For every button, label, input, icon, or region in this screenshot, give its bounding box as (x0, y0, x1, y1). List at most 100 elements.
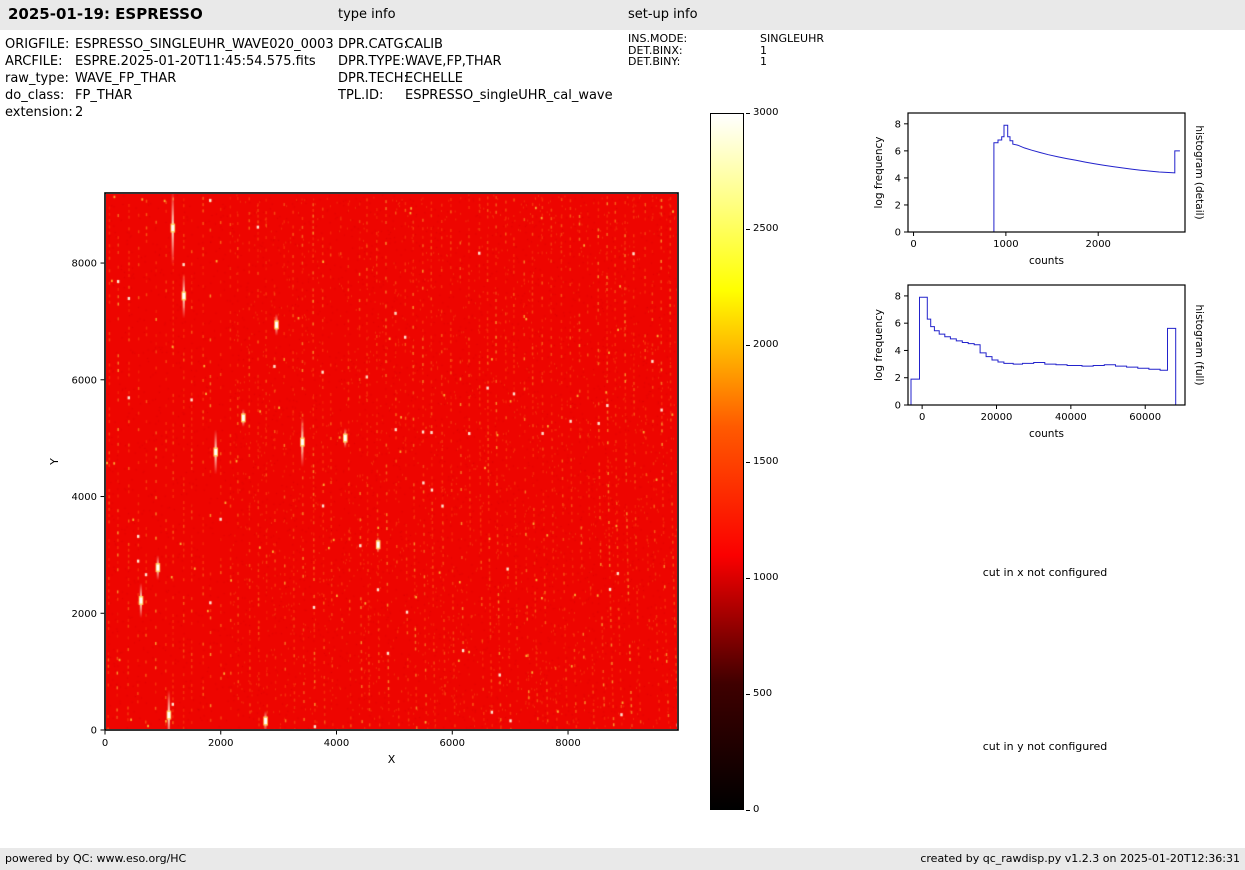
meta-value-rawtype: WAVE_FP_THAR (75, 70, 176, 87)
y-axis-label: log frequency (873, 309, 885, 381)
meta-value-dprtech: ECHELLE (405, 70, 463, 87)
y-tick-label: 2 (895, 373, 901, 384)
type-info-block: DPR.CATG: CALIB DPR.TYPE: WAVE,FP,THAR D… (338, 36, 613, 104)
meta-value-dprcatg: CALIB (405, 36, 443, 53)
histogram-line (994, 125, 1180, 232)
colorbar-tick-label: 500 (753, 687, 772, 701)
meta-value-insmode: SINGLEUHR (760, 33, 824, 45)
file-info-block: ORIGFILE: ESPRESSO_SINGLEUHR_WAVE020_000… (5, 36, 334, 121)
main-plot-border (105, 193, 678, 730)
x-tick-label: 40000 (1055, 412, 1087, 423)
y-tick-label: 8 (895, 291, 901, 302)
colorbar-tick (746, 345, 750, 346)
meta-row: DET.BINY: 1 (628, 56, 824, 68)
y-axis-label: Y (48, 458, 61, 466)
y-tick-label: 0 (895, 228, 901, 239)
colorbar-tick-label: 2500 (753, 222, 778, 236)
colorbar: 050010001500200025003000 (710, 113, 805, 813)
x-axis-label: counts (1029, 428, 1064, 440)
meta-label-dprtech: DPR.TECH: (338, 70, 405, 87)
colorbar-tick (746, 578, 750, 579)
colorbar-tick (746, 229, 750, 230)
histogram-detail: 01000200002468countslog frequencyhistogr… (870, 100, 1230, 280)
footer-bar: powered by QC: www.eso.org/HC created by… (0, 848, 1245, 870)
y-tick-label: 8000 (72, 259, 97, 270)
meta-label-arcfile: ARCFILE: (5, 53, 75, 70)
x-tick-label: 4000 (324, 738, 349, 749)
y-tick-label: 4 (895, 346, 901, 357)
histogram-border (908, 285, 1185, 405)
y-tick-label: 4 (895, 173, 901, 184)
y-tick-label: 0 (91, 726, 97, 737)
right-axis-label: histogram (full) (1193, 305, 1205, 386)
x-tick-label: 20000 (981, 412, 1013, 423)
x-tick-label: 6000 (440, 738, 465, 749)
setup-info-heading: set-up info (628, 7, 698, 22)
header-bar: 2025-01-19: ESPRESSO type info set-up in… (0, 0, 1245, 30)
meta-label-doclass: do_class: (5, 87, 75, 104)
histogram-line (908, 297, 1183, 405)
y-tick-label: 6 (895, 319, 901, 330)
colorbar-tick-label: 1500 (753, 455, 778, 469)
meta-value-extension: 2 (75, 104, 83, 121)
footer-right: created by qc_rawdisp.py v1.2.3 on 2025-… (920, 852, 1240, 865)
meta-value-origfile: ESPRESSO_SINGLEUHR_WAVE020_0003 (75, 36, 334, 53)
histogram-border (908, 113, 1185, 232)
meta-label-extension: extension: (5, 104, 75, 121)
x-tick-label: 1000 (993, 239, 1018, 250)
meta-row: ORIGFILE: ESPRESSO_SINGLEUHR_WAVE020_000… (5, 36, 334, 53)
cut-x-text: cut in x not configured (905, 566, 1185, 579)
x-tick-label: 60000 (1129, 412, 1161, 423)
x-axis-label: counts (1029, 255, 1064, 267)
right-axis-label: histogram (detail) (1193, 125, 1205, 219)
colorbar-tick (746, 113, 750, 114)
y-tick-label: 2000 (72, 609, 97, 620)
meta-row: do_class: FP_THAR (5, 87, 334, 104)
colorbar-tick-label: 1000 (753, 571, 778, 585)
y-axis-label: log frequency (873, 136, 885, 208)
x-tick-label: 2000 (208, 738, 233, 749)
meta-label-insmode: INS.MODE: (628, 33, 760, 45)
page-title: 2025-01-19: ESPRESSO (8, 5, 203, 23)
meta-value-tplid: ESPRESSO_singleUHR_cal_wave (405, 87, 613, 104)
colorbar-tick-label: 2000 (753, 338, 778, 352)
meta-label-rawtype: raw_type: (5, 70, 75, 87)
meta-value-dprtype: WAVE,FP,THAR (405, 53, 502, 70)
colorbar-tick (746, 810, 750, 811)
y-tick-label: 8 (895, 119, 901, 130)
colorbar-tick (746, 462, 750, 463)
meta-row: DPR.TYPE: WAVE,FP,THAR (338, 53, 613, 70)
meta-row: DPR.CATG: CALIB (338, 36, 613, 53)
y-tick-label: 6 (895, 146, 901, 157)
x-tick-label: 0 (102, 738, 108, 749)
meta-row: ARCFILE: ESPRE.2025-01-20T11:45:54.575.f… (5, 53, 334, 70)
y-tick-label: 4000 (72, 492, 97, 503)
x-tick-label: 8000 (555, 738, 580, 749)
x-tick-label: 2000 (1085, 239, 1110, 250)
x-tick-label: 0 (910, 239, 916, 250)
colorbar-tick-label: 3000 (753, 106, 778, 120)
y-tick-label: 6000 (72, 375, 97, 386)
meta-row: TPL.ID: ESPRESSO_singleUHR_cal_wave (338, 87, 613, 104)
x-tick-label: 0 (919, 412, 925, 423)
footer-left: powered by QC: www.eso.org/HC (5, 852, 186, 865)
x-axis-label: X (388, 753, 396, 766)
colorbar-tick-label: 0 (753, 803, 759, 817)
meta-row: extension: 2 (5, 104, 334, 121)
meta-value-doclass: FP_THAR (75, 87, 132, 104)
y-tick-label: 0 (895, 401, 901, 412)
setup-info-block: INS.MODE: SINGLEUHR DET.BINX: 1 DET.BINY… (628, 33, 824, 68)
meta-label-dprcatg: DPR.CATG: (338, 36, 405, 53)
cut-y-text: cut in y not configured (905, 740, 1185, 753)
type-info-heading: type info (338, 7, 396, 22)
meta-label-dprtype: DPR.TYPE: (338, 53, 405, 70)
histogram-full: 0 20000 40000 60000 0 2 4 6 8 counts log frequency… (870, 272, 1230, 452)
meta-row: DPR.TECH: ECHELLE (338, 70, 613, 87)
meta-value-detbiny: 1 (760, 56, 767, 68)
colorbar-tick (746, 694, 750, 695)
meta-label-tplid: TPL.ID: (338, 87, 405, 104)
meta-row: INS.MODE: SINGLEUHR (628, 33, 824, 45)
meta-label-detbiny: DET.BINY: (628, 56, 760, 68)
colorbar-ticks: 050010001500200025003000 (710, 113, 805, 813)
main-plot-axes: 0 2000 4000 6000 8000 0 2000 4000 6000 8000 X Y (40, 180, 720, 780)
